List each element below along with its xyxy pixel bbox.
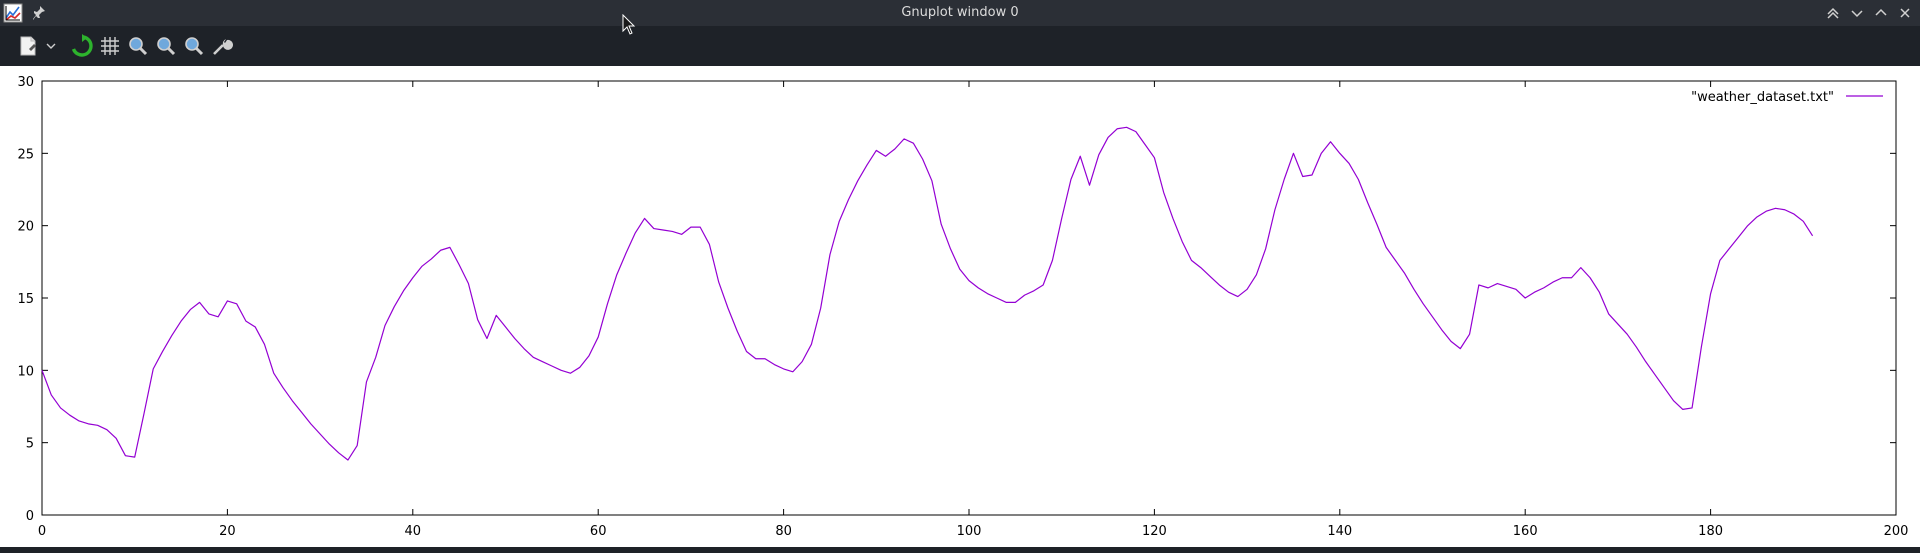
y-tick-label: 15 bbox=[17, 292, 34, 307]
export-menu-chevron-icon[interactable] bbox=[44, 32, 58, 60]
mouse-cursor-icon bbox=[622, 14, 636, 35]
previous-zoom-icon[interactable] bbox=[124, 32, 152, 60]
y-tick-label: 20 bbox=[17, 220, 34, 235]
next-zoom-icon[interactable] bbox=[152, 32, 180, 60]
maximize-icon[interactable] bbox=[1870, 2, 1892, 24]
x-tick-label: 100 bbox=[957, 524, 982, 539]
legend-label: "weather_dataset.txt" bbox=[1691, 90, 1834, 105]
y-tick-label: 10 bbox=[17, 364, 34, 379]
y-tick-label: 25 bbox=[17, 147, 34, 162]
close-icon[interactable] bbox=[1894, 2, 1916, 24]
series-line bbox=[41, 126, 1814, 461]
x-tick-label: 120 bbox=[1142, 524, 1167, 539]
x-tick-label: 60 bbox=[590, 524, 607, 539]
x-tick-label: 180 bbox=[1698, 524, 1723, 539]
toolbar bbox=[0, 26, 1920, 66]
settings-icon[interactable] bbox=[208, 32, 236, 60]
x-tick-label: 200 bbox=[1884, 524, 1909, 539]
y-tick-label: 30 bbox=[17, 75, 34, 90]
keep-above-icon[interactable] bbox=[1822, 2, 1844, 24]
y-tick-label: 0 bbox=[26, 509, 34, 524]
window-controls bbox=[1822, 2, 1916, 24]
x-tick-label: 20 bbox=[219, 524, 236, 539]
x-tick-label: 160 bbox=[1513, 524, 1538, 539]
window-bottom-border bbox=[0, 547, 1920, 553]
replot-icon[interactable] bbox=[68, 32, 96, 60]
window-title: Gnuplot window 0 bbox=[901, 5, 1019, 20]
grid-icon[interactable] bbox=[96, 32, 124, 60]
x-tick-label: 40 bbox=[405, 524, 422, 539]
minimize-icon[interactable] bbox=[1846, 2, 1868, 24]
gnuplot-window: Gnuplot window 0 0 20 40 60 80 100 120 1… bbox=[0, 0, 1920, 553]
line-chart: 0 20 40 60 80 100 120 140 160 180 200 0 5 10 15 20 25 30 "… bbox=[17, 75, 1909, 539]
plot-border bbox=[41, 80, 1897, 516]
window-titlebar[interactable]: Gnuplot window 0 bbox=[0, 0, 1920, 26]
plot-area[interactable]: 0 20 40 60 80 100 120 140 160 180 200 0 5 10 15 20 25 30 "… bbox=[0, 66, 1920, 547]
x-tick-label: 80 bbox=[775, 524, 792, 539]
x-tick-label: 0 bbox=[38, 524, 46, 539]
x-tick-label: 140 bbox=[1327, 524, 1352, 539]
export-icon[interactable] bbox=[14, 32, 42, 60]
y-tick-label: 5 bbox=[26, 437, 34, 452]
autoscale-icon[interactable] bbox=[180, 32, 208, 60]
